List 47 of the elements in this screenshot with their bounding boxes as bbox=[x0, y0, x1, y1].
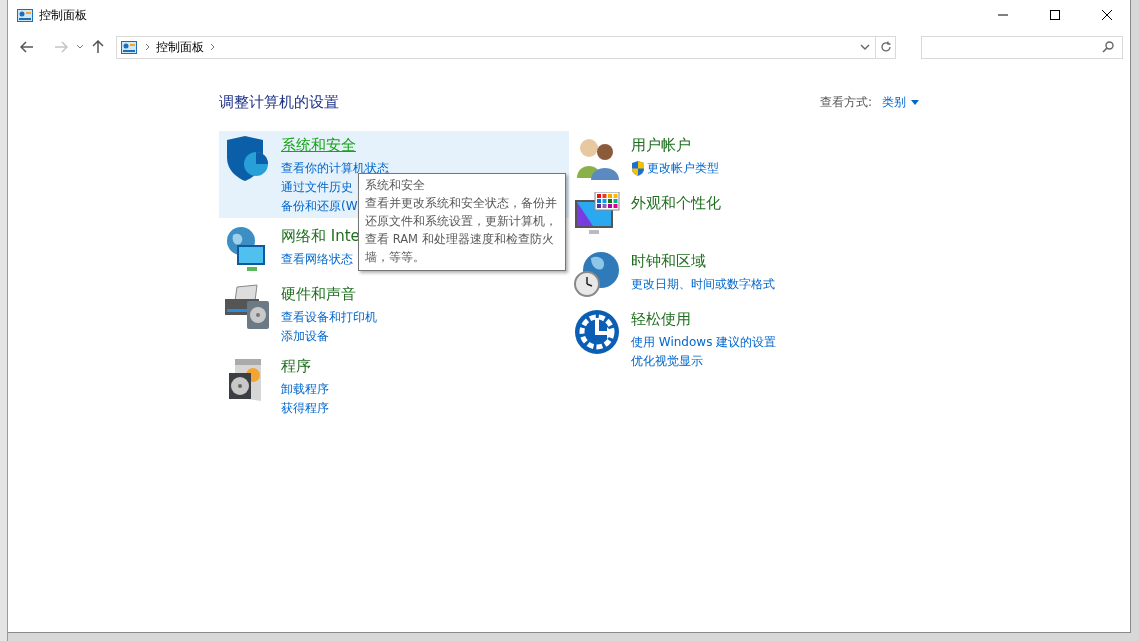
task-link[interactable]: 使用 Windows 建议的设置 bbox=[631, 334, 777, 351]
refresh-icon bbox=[879, 41, 892, 53]
forward-arrow-icon bbox=[54, 41, 68, 53]
task-link[interactable]: 更改日期、时间或数字格式 bbox=[631, 276, 775, 293]
tooltip-title: 系统和安全 bbox=[365, 177, 426, 194]
task-link[interactable]: 查看你的计算机状态 bbox=[281, 160, 389, 177]
category-title[interactable]: 轻松使用 bbox=[631, 310, 777, 329]
category-title[interactable]: 用户帐户 bbox=[631, 136, 719, 155]
task-link[interactable]: 优化视觉显示 bbox=[631, 353, 777, 370]
view-by-label: 查看方式: bbox=[819, 93, 872, 111]
clock-globe-icon bbox=[573, 250, 621, 298]
view-by-dropdown[interactable]: 类别 bbox=[882, 93, 919, 111]
category-title[interactable]: 程序 bbox=[281, 357, 329, 376]
task-link[interactable]: 更改帐户类型 bbox=[631, 160, 719, 177]
caret-icon bbox=[76, 44, 84, 50]
address-bar[interactable]: 控制面板 bbox=[116, 35, 896, 59]
category-title[interactable]: 时钟和区域 bbox=[631, 252, 775, 271]
task-link[interactable]: 查看设备和打印机 bbox=[281, 309, 377, 326]
back-arrow-icon bbox=[20, 41, 34, 53]
window-title: 控制面板 bbox=[39, 6, 88, 24]
task-link[interactable]: 获得程序 bbox=[281, 400, 329, 417]
category-title[interactable]: 系统和安全 bbox=[281, 136, 389, 155]
maximize-icon bbox=[1049, 9, 1061, 21]
category-title[interactable]: 外观和个性化 bbox=[631, 194, 721, 213]
uac-shield-icon bbox=[631, 161, 645, 176]
page-heading: 调整计算机的设置 bbox=[219, 92, 340, 112]
task-link[interactable]: 添加设备 bbox=[281, 328, 377, 345]
task-link[interactable]: 查看网络状态 bbox=[281, 251, 360, 268]
search-icon bbox=[1102, 41, 1114, 53]
category-title[interactable]: 硬件和声音 bbox=[281, 285, 377, 304]
ease-of-access-icon bbox=[573, 308, 621, 356]
up-arrow-icon bbox=[92, 40, 104, 54]
close-icon bbox=[1101, 9, 1113, 21]
back-button[interactable] bbox=[18, 39, 36, 55]
control-panel-icon bbox=[17, 8, 33, 22]
dropdown-icon[interactable] bbox=[860, 44, 870, 50]
category-title[interactable]: 网络和 Inte bbox=[281, 227, 360, 246]
up-button[interactable] bbox=[90, 38, 106, 56]
search-field[interactable] bbox=[921, 35, 1123, 59]
breadcrumb[interactable]: 控制面板 bbox=[156, 38, 204, 56]
chevron-icon bbox=[145, 43, 150, 51]
control-panel-icon bbox=[121, 40, 137, 54]
tooltip-text: 查看并更改系统和安全状态，备份并还原文件和系统设置，更新计算机，查看 RAM 和处理器速度和检查防火墙，等等。 bbox=[365, 195, 558, 266]
chevron-icon bbox=[210, 43, 215, 51]
task-link[interactable]: 卸载程序 bbox=[281, 381, 329, 398]
caret-icon bbox=[911, 99, 919, 105]
printer-icon bbox=[223, 283, 271, 331]
